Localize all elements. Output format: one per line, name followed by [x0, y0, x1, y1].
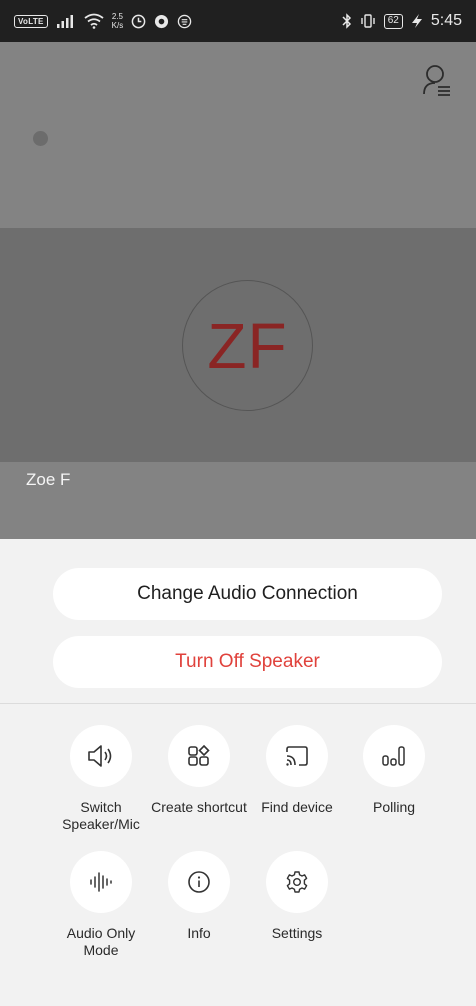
find-device-button[interactable]: Find device: [249, 725, 345, 816]
action-circle[interactable]: [70, 725, 132, 787]
app-notification-icon-2: [177, 14, 192, 28]
status-bar-left: VoLTE 2.5 K/s: [14, 12, 192, 30]
audio-only-mode-button[interactable]: Audio Only Mode: [53, 851, 149, 959]
switch-speaker-mic-button[interactable]: Switch Speaker/Mic: [53, 725, 149, 833]
avatar-initials: ZF: [207, 309, 288, 382]
action-circle[interactable]: [266, 725, 328, 787]
wifi-icon: [84, 13, 104, 29]
action-circle[interactable]: [70, 851, 132, 913]
bottom-sheet: Change Audio Connection Turn Off Speaker…: [0, 539, 476, 1006]
participant-name: Zoe F: [26, 470, 71, 489]
app-notification-icon: [155, 14, 169, 28]
bluetooth-icon: [342, 13, 351, 29]
action-label: Switch Speaker/Mic: [62, 799, 140, 832]
info-button[interactable]: Info: [151, 851, 247, 942]
settings-button[interactable]: Settings: [249, 851, 345, 942]
meeting-view: ZF Zoe F: [0, 42, 476, 539]
participant-video-tile[interactable]: ZF: [0, 228, 476, 462]
volte-icon: VoLTE: [14, 14, 48, 28]
polling-button[interactable]: Polling: [346, 725, 442, 816]
action-circle[interactable]: [168, 851, 230, 913]
action-label: Info: [187, 925, 211, 941]
network-speed-value: 2.5: [111, 12, 123, 21]
action-circle[interactable]: [266, 851, 328, 913]
action-circle[interactable]: [168, 725, 230, 787]
status-bar-right: 62 5:45: [342, 12, 462, 30]
action-circle[interactable]: [363, 725, 425, 787]
action-label: Create shortcut: [151, 799, 247, 815]
vibrate-icon: [361, 14, 375, 28]
create-shortcut-button[interactable]: Create shortcut: [151, 725, 247, 816]
speaker-icon: [88, 745, 112, 767]
turn-off-speaker-button[interactable]: Turn Off Speaker: [53, 636, 442, 688]
action-label: Polling: [372, 799, 416, 815]
action-label: Audio Only Mode: [66, 925, 136, 958]
clock-icon: [131, 14, 146, 28]
user-list-icon: [423, 65, 450, 96]
action-label: Find device: [261, 799, 333, 815]
battery-icon: 62: [383, 13, 403, 29]
divider: [0, 703, 476, 704]
waveform-icon: [90, 872, 112, 892]
poll-bars-icon: [382, 746, 405, 766]
status-dot-icon: [33, 131, 48, 146]
status-time: 5:45: [430, 12, 462, 29]
gear-icon: [286, 871, 308, 893]
network-speed: 2.5 K/s: [112, 12, 124, 30]
signal-icon: [56, 15, 73, 28]
action-label: Settings: [271, 925, 323, 941]
status-bar: VoLTE 2.5 K/s 62 5:45: [0, 0, 476, 42]
info-icon: [188, 871, 210, 893]
avatar: ZF: [182, 280, 313, 411]
participants-menu-button[interactable]: [422, 64, 452, 96]
network-speed-unit: K/s: [111, 21, 124, 30]
charging-icon: [411, 14, 422, 28]
change-audio-connection-button[interactable]: Change Audio Connection: [53, 568, 442, 620]
shortcut-grid-icon: [188, 744, 210, 766]
cast-icon: [286, 746, 308, 766]
